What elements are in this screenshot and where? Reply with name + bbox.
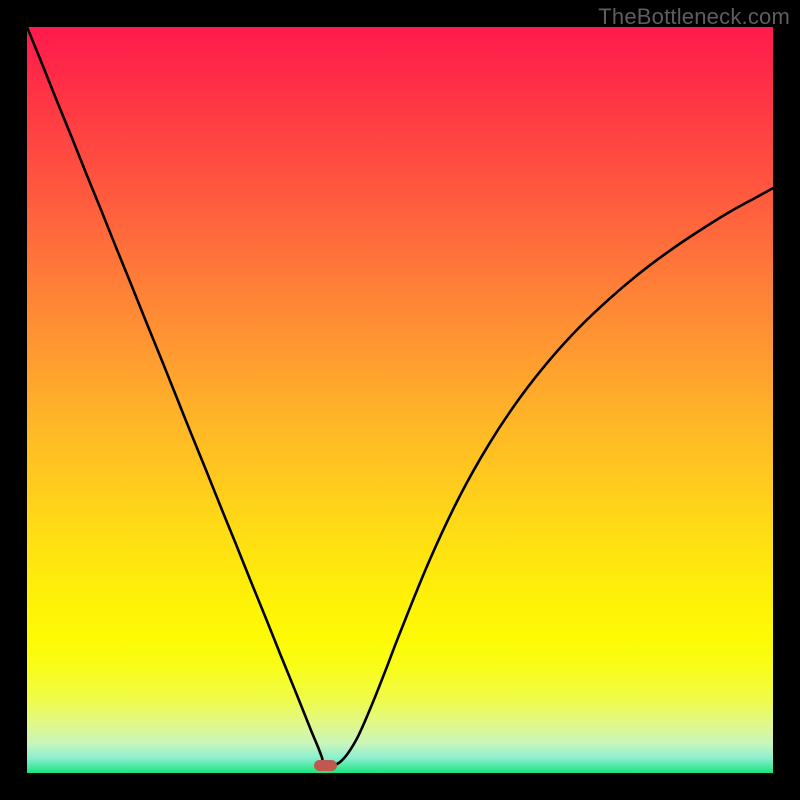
- curve-path: [27, 27, 773, 766]
- bottleneck-curve: [27, 27, 773, 773]
- chart-frame: TheBottleneck.com: [0, 0, 800, 800]
- optimum-marker: [314, 760, 336, 770]
- plot-area: [27, 27, 773, 773]
- watermark-text: TheBottleneck.com: [598, 4, 790, 30]
